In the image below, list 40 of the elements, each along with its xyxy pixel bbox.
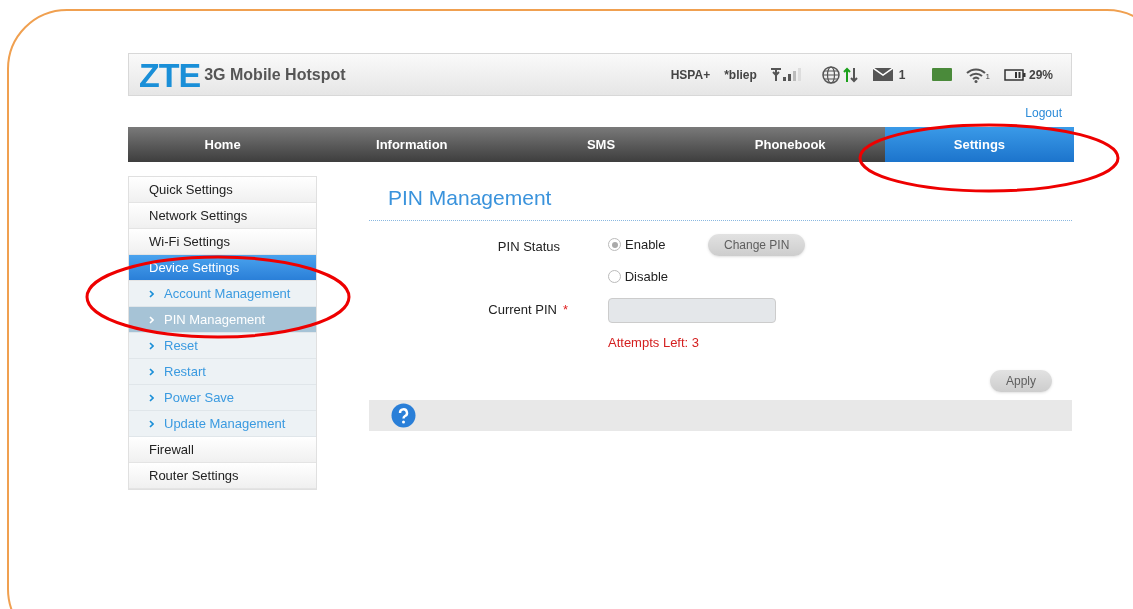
sidebar-subitem-label: Restart [164,362,206,381]
operator-name: *bliep [724,66,757,84]
logout-link[interactable]: Logout [1025,104,1062,124]
envelope-icon [872,68,893,81]
sms-count: 1 [898,66,906,84]
chevron-icon [149,393,154,402]
network-type: HSPA+ [670,66,711,84]
logo: ZTE [139,57,201,92]
chevron-icon [149,419,154,428]
sidebar-subitem-label: Account Management [164,284,291,303]
current-pin-label: Current PIN * [488,300,569,320]
nav-tab[interactable]: Information [317,127,507,162]
sidebar-subitem-label: Reset [164,336,198,355]
battery-percentage: 29% [1028,66,1053,84]
chevron-icon [149,289,154,298]
required-mark: * [562,301,568,320]
wifi-client-count: 1 [985,70,990,83]
transfer-arrows-icon [842,66,859,83]
current-pin-field[interactable] [608,297,776,323]
globe-icon [820,65,841,84]
nav-tab[interactable]: SMS [506,127,696,162]
nav-tab[interactable]: Phonebook [695,127,885,162]
page-title: PIN Management [387,185,553,211]
sidebar-subitem-label: PIN Management [164,310,266,329]
chevron-icon [149,315,154,324]
nav-tab[interactable]: Settings [884,127,1074,162]
chevron-icon [149,367,154,376]
sidebar-subitem-label: Update Management [164,414,286,433]
radio-option[interactable]: Enable [608,234,668,255]
radio-option[interactable]: Disable [608,266,668,287]
nav-tab[interactable]: Home [128,127,318,162]
sidebar-subitem-label: Power Save [164,388,235,407]
product-name: 3G Mobile Hotspot [204,64,346,85]
wifi-icon [965,66,986,83]
pin-status-label: PIN Status [497,237,560,256]
attempts-left-text: Attempts Left: 3 [607,333,701,352]
sim-card-icon [931,68,952,81]
battery-icon [1003,68,1026,81]
chevron-icon [149,341,154,350]
help-icon[interactable] [391,403,416,428]
